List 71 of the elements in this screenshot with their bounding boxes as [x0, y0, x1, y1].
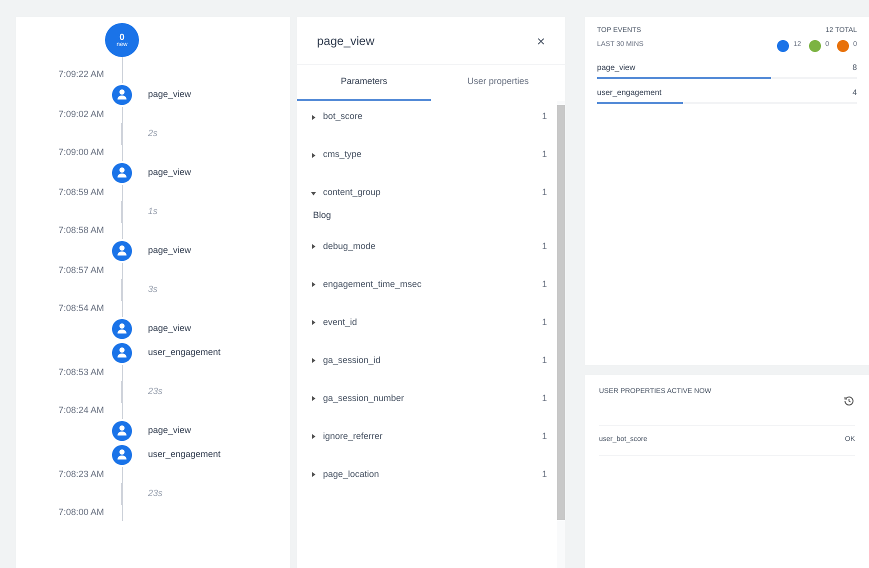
caret-right-icon[interactable]: [311, 244, 316, 249]
timestamp: 7:08:57 AM: [57, 264, 104, 278]
parameter-value: Blog: [312, 209, 332, 222]
event-name[interactable]: page_view: [140, 244, 290, 258]
parameter-name[interactable]: cms_type: [323, 148, 542, 162]
parameter-name[interactable]: event_id: [323, 316, 542, 330]
parameter-name[interactable]: ga_session_number: [323, 392, 542, 406]
caret-right-icon[interactable]: [311, 472, 316, 477]
event-name[interactable]: page_view: [597, 62, 636, 74]
person-icon: [112, 421, 132, 441]
person-icon: [112, 445, 132, 465]
parameter-count: 1: [542, 148, 547, 162]
caret-right-icon[interactable]: [311, 358, 316, 363]
tab[interactable]: Parameters: [297, 65, 431, 101]
timestamp: 7:08:54 AM: [57, 302, 104, 316]
history-icon[interactable]: [843, 395, 855, 407]
parameter-count: 1: [542, 430, 547, 443]
elapsed-time: 3s: [147, 283, 159, 296]
parameter-count: 1: [542, 354, 547, 367]
person-icon: [112, 85, 132, 105]
parameter-name[interactable]: debug_mode: [323, 240, 542, 254]
timestamp: 7:09:00 AM: [57, 146, 104, 160]
event-name[interactable]: page_view: [140, 322, 290, 336]
elapsed-time: 1s: [147, 205, 159, 218]
parameter-count: 1: [542, 316, 547, 329]
caret-right-icon[interactable]: [311, 320, 316, 325]
caret-right-icon[interactable]: [311, 152, 316, 158]
parameter-count: 1: [542, 186, 547, 200]
person-icon: [112, 319, 132, 339]
parameter-count: 1: [542, 240, 547, 253]
caret-right-icon[interactable]: [311, 434, 316, 439]
caret-right-icon[interactable]: [311, 396, 316, 401]
timestamp: 7:08:00 AM: [57, 506, 104, 520]
person-icon: [112, 241, 132, 261]
timestamp: 7:08:59 AM: [57, 186, 104, 200]
timestamp: 7:09:02 AM: [57, 108, 104, 122]
timestamp: 7:08:53 AM: [57, 366, 104, 380]
parameter-count: 1: [542, 110, 547, 124]
event-name[interactable]: page_view: [140, 424, 290, 438]
parameter-name[interactable]: engagement_time_msec: [323, 278, 542, 292]
parameter-count: 1: [542, 278, 547, 291]
caret-down-icon[interactable]: [311, 190, 316, 196]
parameter-name[interactable]: page_location: [323, 468, 542, 482]
event-name[interactable]: user_engagement: [597, 86, 662, 98]
timestamp: 7:08:23 AM: [57, 468, 104, 482]
parameter-name[interactable]: ga_session_id: [323, 354, 542, 368]
details-title: page_view: [317, 32, 374, 50]
parameter-name[interactable]: bot_score: [323, 110, 542, 124]
elapsed-time: 2s: [147, 127, 159, 140]
person-icon: [112, 163, 132, 183]
event-name[interactable]: user_engagement: [140, 448, 290, 462]
event-name[interactable]: page_view: [140, 166, 290, 180]
event-name[interactable]: page_view: [140, 88, 290, 102]
event-name[interactable]: user_engagement: [140, 346, 290, 360]
scrollbar-thumb[interactable]: [557, 105, 565, 520]
caret-right-icon[interactable]: [311, 282, 316, 287]
event-count: 4: [852, 86, 857, 98]
event-count: 8: [852, 62, 857, 74]
tab[interactable]: User properties: [431, 65, 565, 101]
close-button[interactable]: ×: [536, 34, 545, 48]
caret-right-icon[interactable]: [311, 114, 316, 120]
parameter-name[interactable]: content_group: [323, 186, 542, 200]
timestamp: 7:09:22 AM: [57, 68, 104, 82]
person-icon: [112, 343, 132, 363]
parameter-name[interactable]: ignore_referrer: [323, 430, 542, 444]
timestamp: 7:08:58 AM: [57, 224, 104, 238]
elapsed-time: 23s: [147, 487, 164, 500]
parameter-count: 1: [542, 392, 547, 405]
timestamp: 7:08:24 AM: [57, 404, 104, 418]
parameter-count: 1: [542, 468, 547, 481]
elapsed-time: 23s: [147, 385, 164, 398]
